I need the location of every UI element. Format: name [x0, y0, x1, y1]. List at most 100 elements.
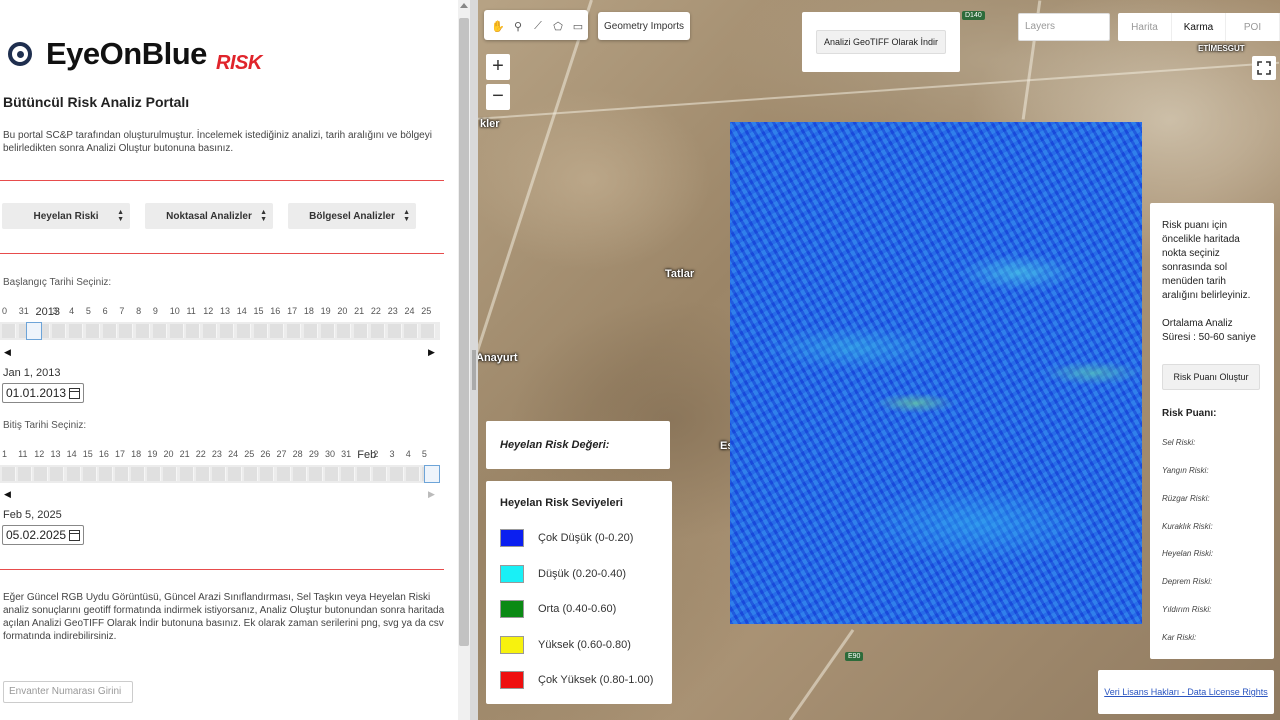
- map-canvas[interactable]: kler Tatlar Anayurt Es ETİMESGUT D140 E9…: [470, 0, 1280, 720]
- sidebar-scroll-thumb[interactable]: [459, 18, 469, 646]
- rectangle-draw-icon[interactable]: ▭: [568, 16, 588, 36]
- timeline-cell[interactable]: [341, 467, 356, 481]
- calendar-icon[interactable]: [69, 387, 80, 399]
- basemap-harita[interactable]: Harita: [1118, 13, 1172, 41]
- timeline-cell[interactable]: [18, 467, 33, 481]
- analysis-type-select[interactable]: Heyelan Riski ▲ ▼: [2, 203, 130, 229]
- generate-risk-score-button[interactable]: Risk Puanı Oluştur: [1162, 364, 1260, 390]
- splitter-grip-icon[interactable]: [472, 350, 476, 390]
- timeline-cell[interactable]: [136, 324, 151, 338]
- timeline-cell[interactable]: [228, 467, 243, 481]
- scroll-up-icon[interactable]: [460, 3, 468, 8]
- timeline-cell[interactable]: [357, 467, 372, 481]
- timeline-cell[interactable]: [387, 324, 402, 338]
- timeline-cell[interactable]: [82, 467, 97, 481]
- timeline-cell[interactable]: [276, 467, 291, 481]
- logo-eye-icon: [8, 42, 32, 66]
- point-analysis-select[interactable]: Noktasal Analizler ▲ ▼: [145, 203, 273, 229]
- legend-swatch: [500, 671, 524, 689]
- timeline-cell[interactable]: [320, 324, 335, 338]
- risk-item-landslide: Heyelan Riski:: [1162, 549, 1214, 558]
- timeline-cell[interactable]: [34, 467, 49, 481]
- timeline-cell[interactable]: [244, 467, 259, 481]
- timeline-tick-label: 18: [131, 449, 142, 459]
- marker-point-icon[interactable]: ⚲: [508, 16, 528, 36]
- timeline-cell[interactable]: [354, 324, 369, 338]
- timeline-cell[interactable]: [370, 324, 385, 338]
- legend-item: Orta (0.40-0.60): [500, 600, 616, 618]
- timeline-cell[interactable]: [287, 324, 302, 338]
- timeline-cell[interactable]: [179, 467, 194, 481]
- timeline-cell[interactable]: [2, 467, 16, 481]
- timeline-cell[interactable]: [66, 467, 81, 481]
- timeline-cell[interactable]: [337, 324, 352, 338]
- end-prev-icon[interactable]: ◀: [4, 489, 11, 500]
- timeline-cell[interactable]: [324, 467, 339, 481]
- line-draw-icon[interactable]: ⟋: [528, 16, 548, 36]
- geometry-imports-button[interactable]: Geometry Imports: [598, 12, 690, 40]
- layers-select[interactable]: Layers: [1018, 13, 1110, 41]
- timeline-cell[interactable]: [404, 324, 419, 338]
- timeline-cell[interactable]: [270, 324, 285, 338]
- zoom-out-button[interactable]: −: [486, 84, 510, 110]
- timeline-cell[interactable]: [131, 467, 146, 481]
- inventory-number-input[interactable]: Envanter Numarası Girini: [3, 681, 133, 703]
- timeline-cell[interactable]: [152, 324, 167, 338]
- timeline-cell[interactable]: [163, 467, 178, 481]
- timeline-cell[interactable]: [195, 467, 210, 481]
- download-geotiff-button[interactable]: Analizi GeoTIFF Olarak İndir: [816, 30, 946, 54]
- timeline-cell[interactable]: [69, 324, 84, 338]
- timeline-cell[interactable]: [211, 467, 226, 481]
- timeline-cell[interactable]: [119, 324, 134, 338]
- timeline-cell[interactable]: [236, 324, 251, 338]
- timeline-cell[interactable]: [115, 467, 130, 481]
- brand-logo[interactable]: EyeOnBlue RISK: [8, 36, 262, 74]
- end-date-input[interactable]: 05.02.2025: [2, 525, 84, 545]
- timeline-cell[interactable]: [169, 324, 184, 338]
- start-next-icon[interactable]: ▶: [428, 347, 435, 358]
- timeline-cell[interactable]: [98, 467, 113, 481]
- timeline-cell[interactable]: [303, 324, 318, 338]
- road-badge: D140: [962, 11, 985, 20]
- polygon-draw-icon[interactable]: ⬠: [548, 16, 568, 36]
- timeline-cell[interactable]: [389, 467, 404, 481]
- hand-pan-icon[interactable]: ✋: [488, 16, 508, 36]
- timeline-cell[interactable]: [405, 467, 420, 481]
- timeline-cell[interactable]: [220, 324, 234, 338]
- basemap-karma[interactable]: Karma: [1172, 13, 1226, 41]
- regional-analysis-select[interactable]: Bölgesel Analizler ▲ ▼: [288, 203, 416, 229]
- divider: [0, 180, 444, 181]
- timeline-tick-label: 2: [373, 449, 379, 459]
- risk-item-earthquake: Deprem Riski:: [1162, 577, 1213, 586]
- timeline-cell[interactable]: [203, 324, 218, 338]
- timeline-cell[interactable]: [50, 467, 65, 481]
- timeline-cell[interactable]: [102, 324, 117, 338]
- timeline-cell[interactable]: [292, 467, 307, 481]
- timeline-cell[interactable]: [253, 324, 268, 338]
- zoom-in-button[interactable]: +: [486, 54, 510, 80]
- fullscreen-button[interactable]: [1252, 56, 1276, 80]
- end-date-label: Bitiş Tarihi Seçiniz:: [3, 420, 87, 431]
- calendar-icon[interactable]: [69, 529, 80, 541]
- basemap-poi[interactable]: POI: [1226, 13, 1280, 41]
- timeline-cell[interactable]: [308, 467, 323, 481]
- timeline-cell[interactable]: [373, 467, 388, 481]
- start-timeline[interactable]: [0, 322, 440, 340]
- timeline-cell[interactable]: [147, 467, 162, 481]
- start-date-input[interactable]: 01.01.2013: [2, 383, 84, 403]
- end-next-icon[interactable]: ▶: [428, 489, 435, 500]
- timeline-cell[interactable]: [260, 467, 275, 481]
- start-timeline-handle[interactable]: [26, 322, 42, 340]
- panel-splitter[interactable]: [470, 0, 478, 720]
- app-root: EyeOnBlue RISK Bütüncül Risk Analiz Port…: [0, 0, 1280, 720]
- start-prev-icon[interactable]: ◀: [4, 347, 11, 358]
- timeline-tick-label: 24: [228, 449, 239, 459]
- timeline-cell[interactable]: [421, 324, 436, 338]
- data-license-link[interactable]: Veri Lisans Hakları - Data License Right…: [1104, 687, 1268, 697]
- timeline-cell[interactable]: [2, 324, 16, 338]
- end-timeline-handle[interactable]: [424, 465, 440, 483]
- timeline-cell[interactable]: [186, 324, 201, 338]
- end-timeline[interactable]: [0, 465, 440, 483]
- timeline-cell[interactable]: [85, 324, 100, 338]
- timeline-cell[interactable]: [52, 324, 67, 338]
